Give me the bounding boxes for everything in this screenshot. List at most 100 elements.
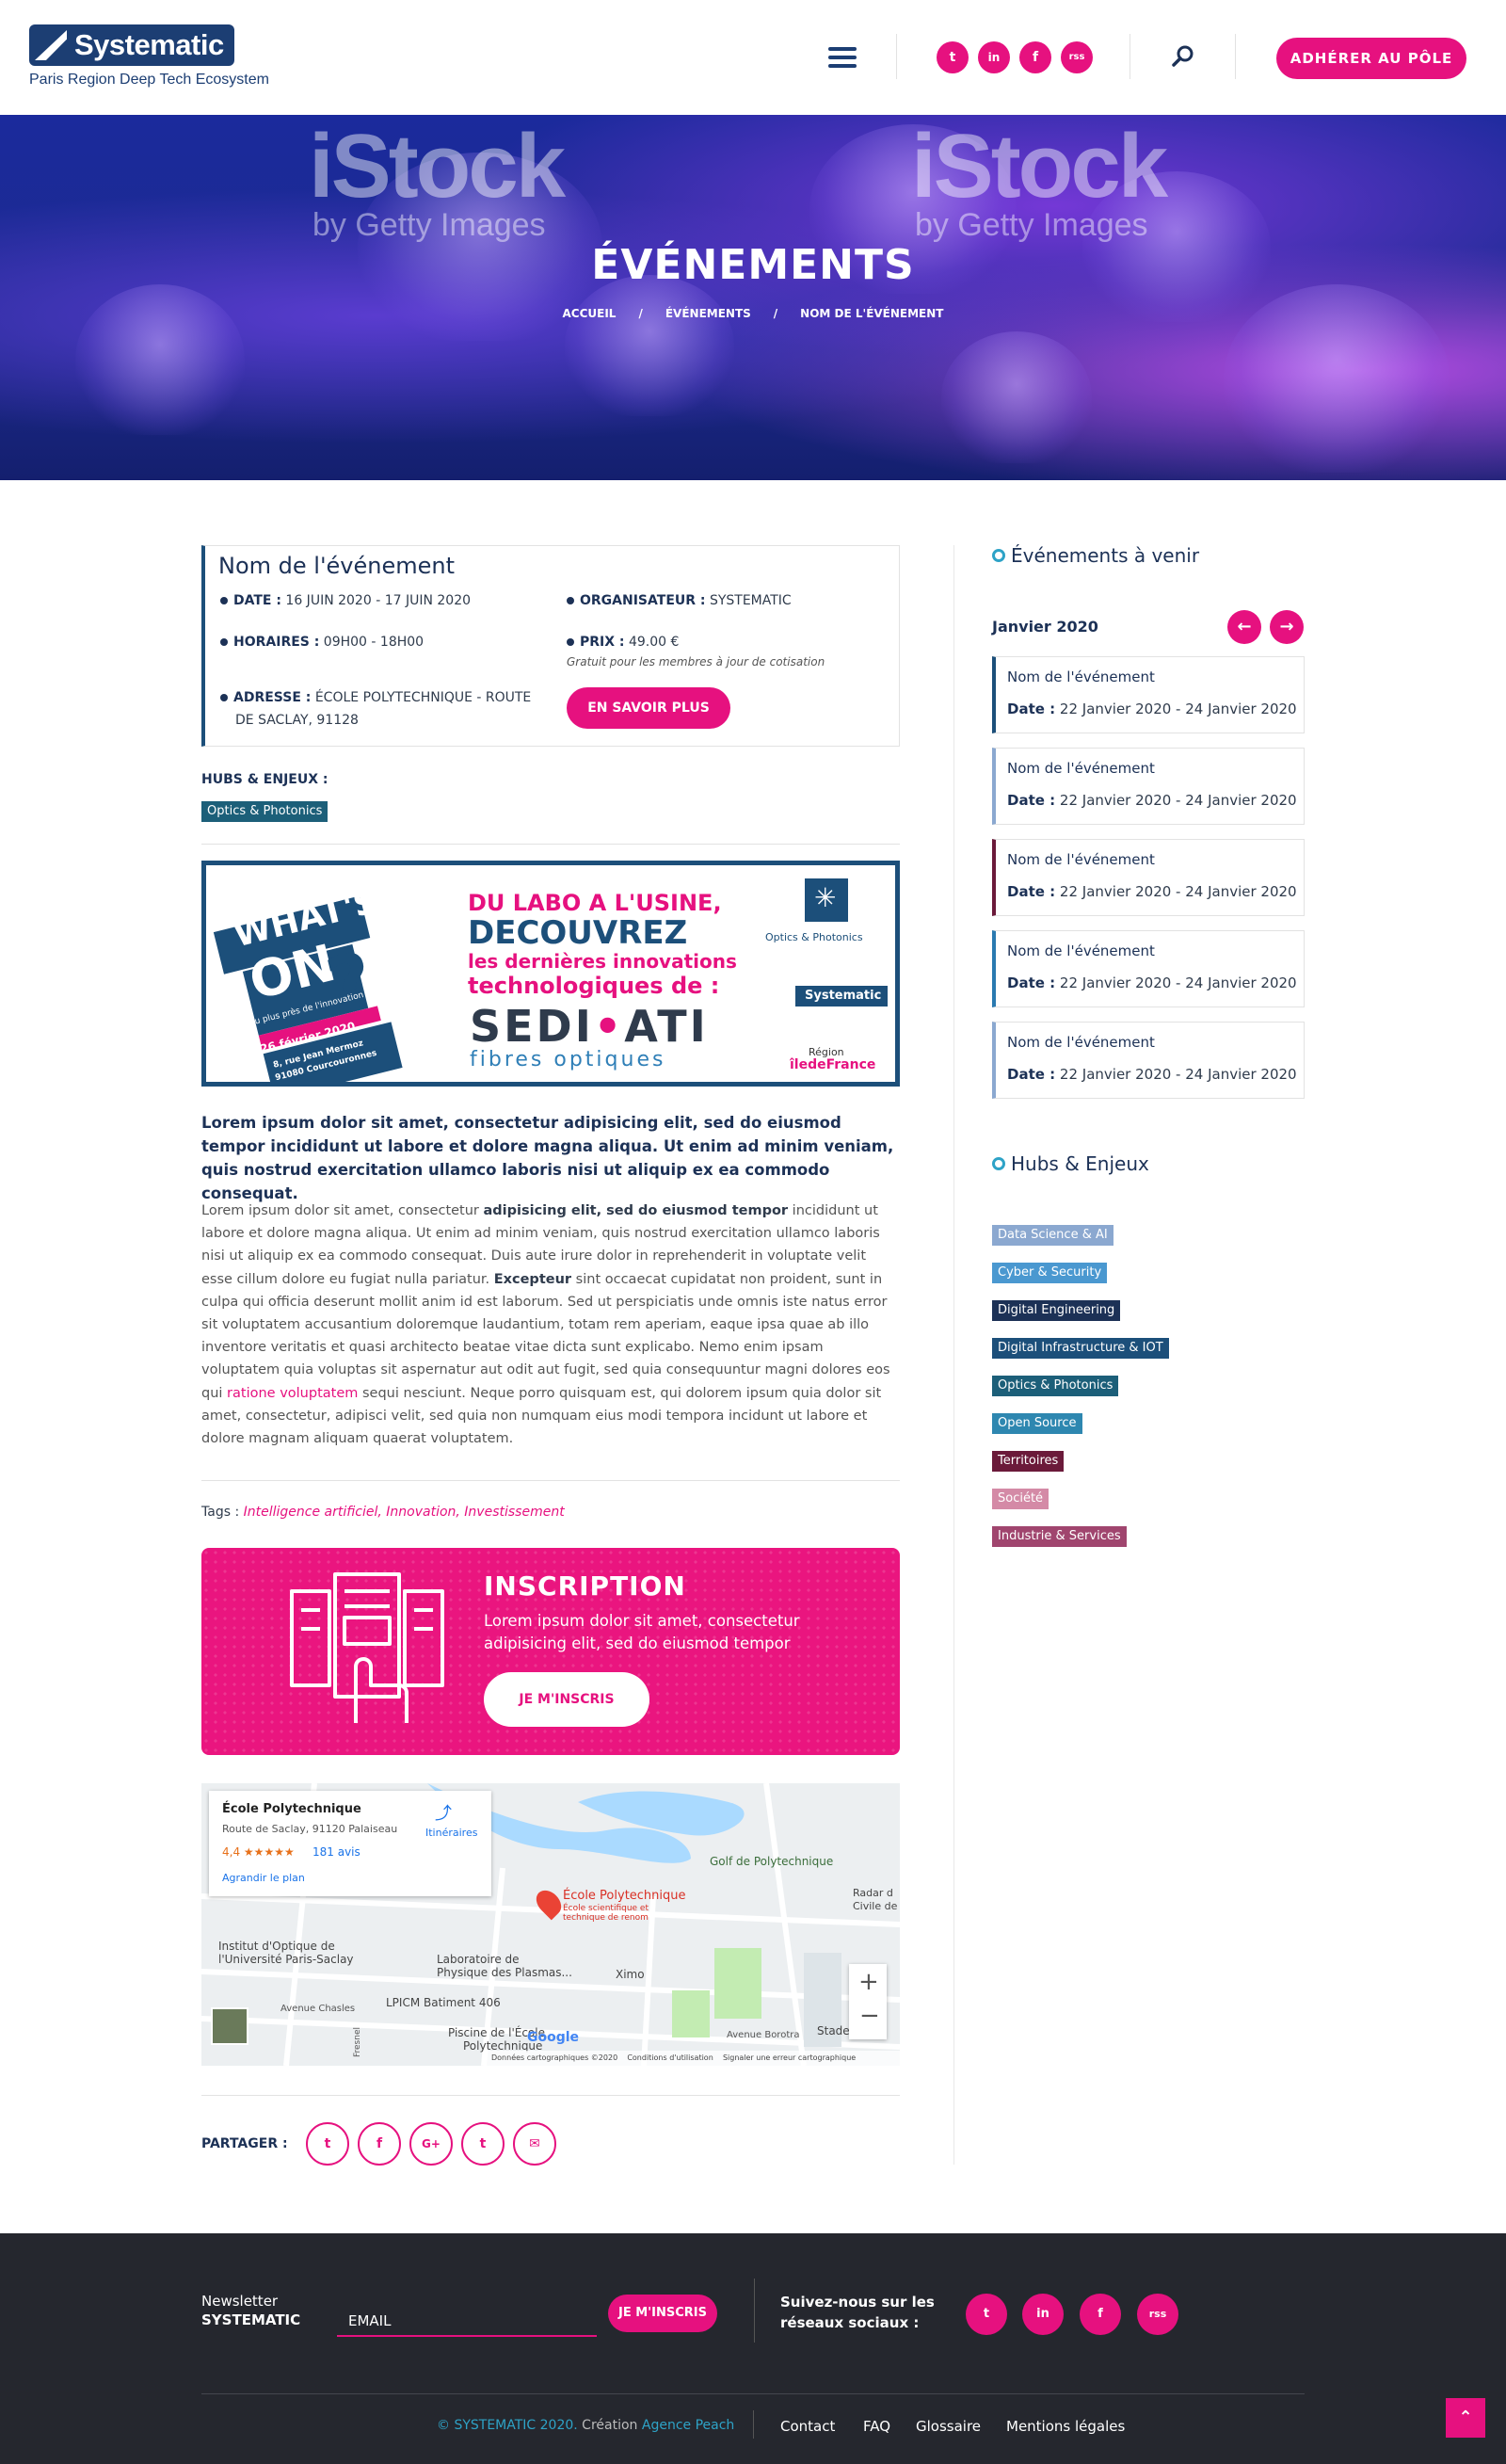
share-twitter-icon[interactable]: t bbox=[306, 2122, 349, 2166]
satellite-toggle[interactable] bbox=[211, 2007, 248, 2045]
agency-link[interactable]: Agence Peach bbox=[642, 2418, 734, 2433]
footer-twitter-icon[interactable]: t bbox=[966, 2294, 1007, 2335]
learn-more-button[interactable]: EN SAVOIR PLUS bbox=[567, 687, 730, 729]
hub-tag[interactable]: Optics & Photonics bbox=[992, 1376, 1119, 1396]
event-price: PRIX : 49.00 € bbox=[567, 635, 679, 650]
divider bbox=[201, 1480, 900, 1481]
share-tumblr-icon[interactable]: t bbox=[461, 2122, 505, 2166]
hubs-heading: Hubs & Enjeux bbox=[992, 1152, 1149, 1175]
registration-title: INSCRIPTION bbox=[484, 1570, 686, 1602]
hubs-label: HUBS & ENJEUX : bbox=[201, 772, 328, 787]
copyright: © SYSTEMATIC 2020. Création Agence Peach bbox=[437, 2418, 735, 2433]
twitter-icon[interactable]: t bbox=[937, 41, 969, 73]
map-enlarge-link[interactable]: Agrandir le plan bbox=[222, 1872, 305, 1884]
divider bbox=[201, 2095, 900, 2096]
footer-link-faq[interactable]: FAQ bbox=[863, 2418, 890, 2435]
hub-tag[interactable]: Optics & Photonics bbox=[201, 801, 328, 822]
hub-tag[interactable]: Data Science & AI bbox=[992, 1225, 1113, 1246]
share-email-icon[interactable]: ✉ bbox=[513, 2122, 556, 2166]
share-facebook-icon[interactable]: f bbox=[358, 2122, 401, 2166]
footer-link-legal[interactable]: Mentions légales bbox=[1006, 2418, 1125, 2435]
event-title: Nom de l'événement bbox=[218, 553, 456, 579]
body-paragraph: Lorem ipsum dolor sit amet, consectetur … bbox=[201, 1203, 890, 1447]
banner-region: îledeFrance bbox=[790, 1057, 876, 1072]
join-button[interactable]: ADHÉRER AU PÔLE bbox=[1276, 38, 1466, 79]
zoom-in-icon[interactable]: + bbox=[858, 1968, 879, 1996]
logo[interactable]: Systematic bbox=[29, 24, 234, 66]
menu-icon[interactable] bbox=[828, 47, 857, 68]
lead-paragraph: Lorem ipsum dolor sit amet, consectetur … bbox=[201, 1114, 894, 1202]
zoom-out-icon[interactable]: − bbox=[859, 2002, 880, 2030]
banner-brand-sub: fibres optiques bbox=[470, 1048, 666, 1071]
prev-arrow-icon[interactable]: ← bbox=[1227, 610, 1261, 644]
hub-tag[interactable]: Société bbox=[992, 1489, 1049, 1509]
back-to-top-icon[interactable]: ⌃ bbox=[1446, 2398, 1485, 2438]
footer-link-contact[interactable]: Contact bbox=[780, 2418, 835, 2435]
divider bbox=[201, 2393, 1305, 2394]
facebook-icon[interactable]: f bbox=[1019, 41, 1051, 73]
event-hours: HORAIRES : 09H00 - 18H00 bbox=[220, 635, 424, 650]
hero-banner: iStock by Getty Images iStock by Getty I… bbox=[0, 115, 1506, 480]
hub-tag[interactable]: Digital Infrastructure & IOT bbox=[992, 1338, 1169, 1359]
map-label: Golf de Polytechnique bbox=[710, 1855, 834, 1868]
directions-icon[interactable]: ⤴ bbox=[435, 1800, 452, 1825]
sidebar-event-card[interactable]: Nom de l'événement Date : 22 Janvier 2020… bbox=[992, 930, 1305, 1007]
banner-sys-logo: Systematic bbox=[795, 986, 888, 1007]
newsletter-subscribe-button[interactable]: JE M'INSCRIS bbox=[608, 2295, 717, 2332]
tags: Tags : Intelligence artificiel, Innovati… bbox=[201, 1505, 565, 1520]
rss-icon[interactable]: rss bbox=[1061, 41, 1093, 73]
footer-rss-icon[interactable]: rss bbox=[1137, 2294, 1178, 2335]
breadcrumb-home[interactable]: ACCUEIL bbox=[563, 307, 617, 320]
linkedin-icon[interactable]: in bbox=[978, 41, 1010, 73]
watermark-brand: iStock bbox=[309, 116, 566, 217]
bullet-icon bbox=[992, 1156, 1005, 1170]
newsletter-email-input[interactable]: EMAIL bbox=[337, 2305, 597, 2337]
map-reviews-link[interactable]: 181 avis bbox=[312, 1845, 360, 1859]
map-pin-label: École Polytechnique bbox=[563, 1889, 686, 1903]
footer-facebook-icon[interactable]: f bbox=[1080, 2294, 1121, 2335]
watermark-sub: by Getty Images bbox=[915, 207, 1148, 243]
next-arrow-icon[interactable]: → bbox=[1270, 610, 1304, 644]
banner-line: DU LABO A L'USINE, bbox=[468, 890, 722, 916]
sidebar-event-card[interactable]: Nom de l'événement Date : 22 Janvier 2020… bbox=[992, 1022, 1305, 1099]
divider bbox=[1235, 34, 1236, 79]
footer-linkedin-icon[interactable]: in bbox=[1022, 2294, 1064, 2335]
breadcrumb-events[interactable]: ÉVÉNEMENTS bbox=[665, 307, 751, 320]
event-banner-image: WHAT'S ON ? Au plus près de l'innovation… bbox=[201, 861, 900, 1087]
hub-tag[interactable]: Industrie & Services bbox=[992, 1526, 1127, 1547]
share-label: PARTAGER : bbox=[201, 2136, 288, 2151]
tag-links[interactable]: Intelligence artificiel, Innovation, Inv… bbox=[244, 1505, 565, 1520]
divider bbox=[753, 2410, 754, 2439]
calendar-month: Janvier 2020 bbox=[992, 618, 1098, 636]
sidebar-event-card[interactable]: Nom de l'événement Date : 22 Janvier 2020… bbox=[992, 748, 1305, 825]
map-directions-link[interactable]: Itinéraires bbox=[425, 1827, 477, 1839]
hub-tag[interactable]: Digital Engineering bbox=[992, 1300, 1121, 1321]
bullet-icon bbox=[992, 548, 1005, 562]
banner-line: technologiques de : bbox=[468, 973, 720, 999]
map-terms-link[interactable]: Conditions d'utilisation bbox=[627, 2053, 713, 2062]
share-googleplus-icon[interactable]: G+ bbox=[409, 2122, 453, 2166]
registration-text: Lorem ipsum dolor sit amet, consectetur … bbox=[484, 1612, 800, 1652]
banner-line: les dernières innovations bbox=[468, 950, 737, 973]
hub-tag[interactable]: Cyber & Security bbox=[992, 1263, 1108, 1283]
breadcrumb-current: NOM DE L'ÉVÉNEMENT bbox=[800, 307, 944, 320]
inline-link[interactable]: ratione voluptatem bbox=[227, 1386, 358, 1401]
hub-tag[interactable]: Open Source bbox=[992, 1413, 1082, 1434]
site-header: Systematic Paris Region Deep Tech Ecosys… bbox=[0, 0, 1506, 115]
map-info-card: École Polytechnique Route de Saclay, 911… bbox=[209, 1791, 491, 1896]
map-report-link[interactable]: Signaler une erreur cartographique bbox=[723, 2053, 856, 2062]
logo-tagline: Paris Region Deep Tech Ecosystem bbox=[29, 72, 269, 88]
map[interactable]: École Polytechnique Route de Saclay, 911… bbox=[201, 1783, 900, 2066]
newsletter-label: Newsletter SYSTEMATIC bbox=[201, 2293, 301, 2328]
footer-link-glossary[interactable]: Glossaire bbox=[916, 2418, 981, 2435]
logo-mark-icon bbox=[35, 30, 67, 60]
search-icon[interactable] bbox=[1171, 44, 1195, 69]
zoom-control: + − bbox=[849, 1964, 887, 2039]
price-note: Gratuit pour les membres à jour de cotis… bbox=[567, 655, 825, 668]
sidebar-event-card[interactable]: Nom de l'événement Date : 22 Janvier 2020… bbox=[992, 656, 1305, 733]
sidebar-event-card[interactable]: Nom de l'événement Date : 22 Janvier 2020… bbox=[992, 839, 1305, 916]
optics-logo-icon: ✳ bbox=[805, 878, 848, 922]
hub-tag[interactable]: Territoires bbox=[992, 1451, 1065, 1472]
banner-line: DECOUVREZ bbox=[468, 914, 688, 952]
register-button[interactable]: JE M'INSCRIS bbox=[484, 1672, 649, 1727]
